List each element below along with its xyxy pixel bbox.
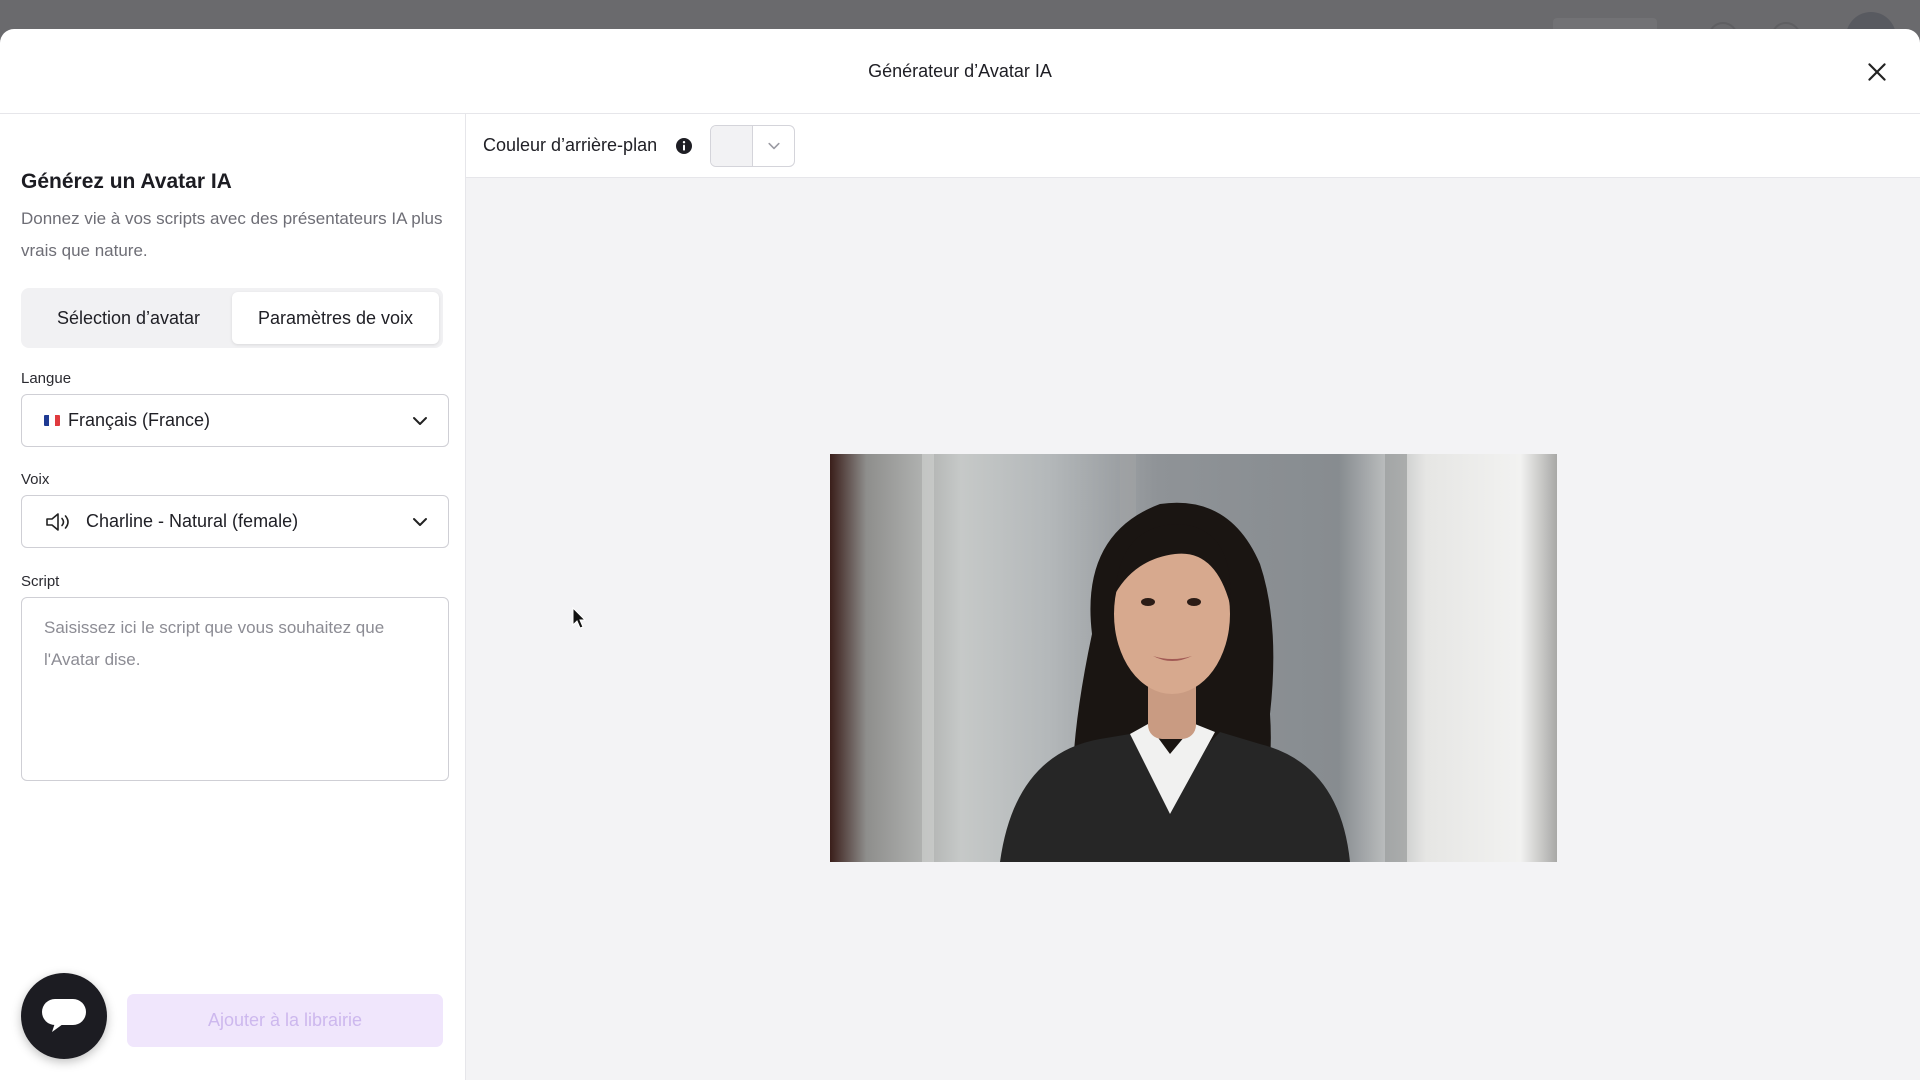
language-label: Langue — [21, 370, 72, 387]
voice-label: Voix — [21, 471, 50, 488]
info-icon[interactable] — [675, 137, 693, 155]
language-value: Français (France) — [68, 410, 211, 430]
tab-avatar-selection[interactable]: Sélection d’avatar — [25, 292, 232, 344]
speaker-icon — [46, 512, 69, 531]
chat-bubble-icon — [42, 999, 86, 1032]
settings-tabs: Sélection d’avatar Paramètres de voix — [21, 288, 443, 348]
background-color-picker[interactable] — [710, 124, 796, 167]
close-icon[interactable] — [1864, 59, 1890, 85]
background-color-label: Couleur d’arrière-plan — [483, 135, 658, 155]
script-textarea[interactable] — [21, 597, 449, 781]
preview-toolbar: Couleur d’arrière-plan — [466, 114, 1920, 178]
avatar-generator-modal: Générateur d’Avatar IA Générez un Avatar… — [0, 29, 1920, 1080]
color-swatch — [711, 125, 754, 166]
modal-title: Générateur d’Avatar IA — [868, 60, 1052, 81]
chevron-down-icon — [767, 142, 780, 149]
language-select[interactable]: Français (France) — [21, 394, 449, 447]
color-picker-dropdown — [753, 126, 794, 166]
avatar-preview-video — [830, 454, 1557, 862]
voice-value: Charline - Natural (female) — [86, 511, 299, 531]
mouse-cursor-icon — [572, 607, 587, 629]
modal-header: Générateur d’Avatar IA — [0, 29, 1920, 114]
script-label: Script — [21, 573, 60, 590]
france-flag-icon — [44, 415, 60, 426]
avatar-presenter-image — [830, 454, 1557, 862]
sidebar-title: Générez un Avatar IA — [21, 170, 232, 193]
preview-area: Couleur d’arrière-plan — [466, 114, 1920, 1080]
tab-voice-settings[interactable]: Paramètres de voix — [232, 292, 439, 344]
chevron-down-icon — [413, 416, 427, 425]
voice-select[interactable]: Charline - Natural (female) — [21, 495, 449, 548]
add-to-library-button[interactable]: Ajouter à la librairie — [127, 994, 443, 1047]
chevron-down-icon — [413, 517, 427, 526]
sidebar-subtitle: Donnez vie à vos scripts avec des présen… — [21, 209, 443, 260]
settings-sidebar: Générez un Avatar IA Donnez vie à vos sc… — [0, 114, 466, 1080]
chat-support-button[interactable] — [21, 973, 107, 1059]
